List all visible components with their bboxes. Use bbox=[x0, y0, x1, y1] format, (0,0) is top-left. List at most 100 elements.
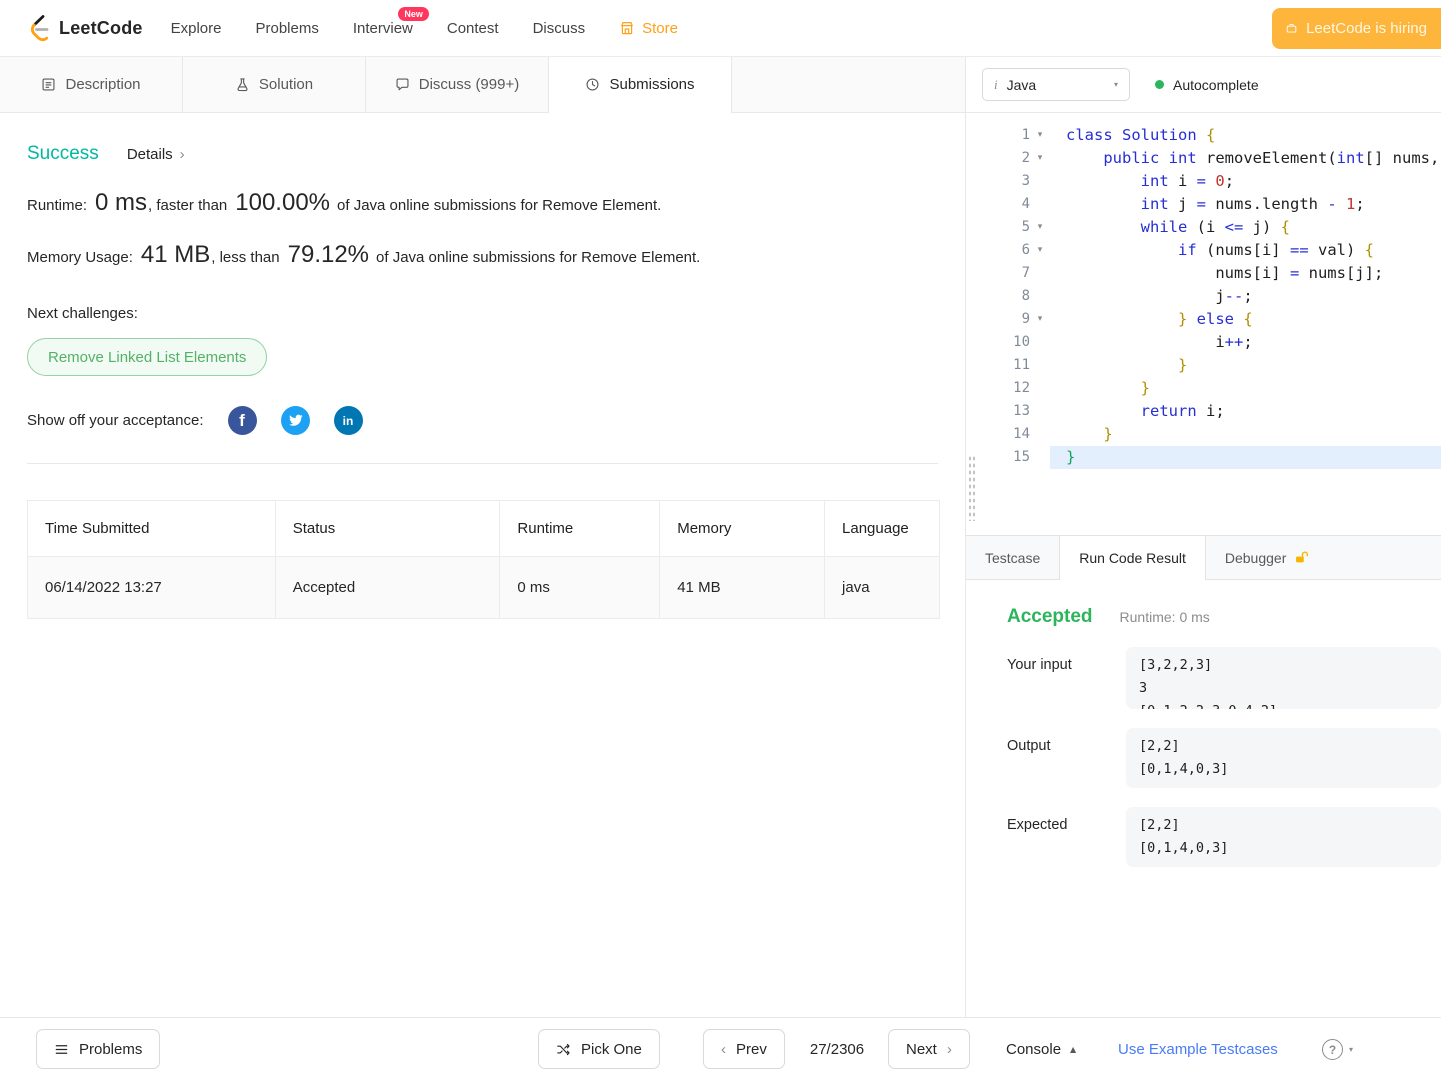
code-text: } else { bbox=[1177, 310, 1253, 328]
prev-button[interactable]: ‹ Prev bbox=[703, 1029, 785, 1069]
tab-discuss[interactable]: Discuss (999+) bbox=[366, 57, 549, 112]
tab-solution[interactable]: Solution bbox=[183, 57, 366, 112]
fold-caret-icon[interactable]: ▾ bbox=[1030, 147, 1050, 170]
line-number: 15 bbox=[1013, 449, 1030, 465]
lock-icon bbox=[1296, 551, 1309, 563]
shuffle-icon bbox=[557, 1043, 570, 1055]
col-runtime: Runtime bbox=[499, 500, 661, 557]
expected-box[interactable]: [2,2] [0,1,4,0,3] bbox=[1126, 807, 1441, 867]
code-line[interactable]: 11 } bbox=[996, 354, 1441, 377]
line-number: 6 bbox=[1021, 242, 1030, 258]
pick-one-label: Pick One bbox=[581, 1040, 642, 1058]
run-status-accepted: Accepted bbox=[1007, 606, 1093, 627]
language-select[interactable]: i Java ▾ bbox=[982, 68, 1130, 101]
challenge-pill[interactable]: Remove Linked List Elements bbox=[27, 338, 268, 376]
code-text: nums[i] = nums[j]; bbox=[1215, 264, 1384, 282]
main-nav: Explore Problems Interview New Contest Di… bbox=[171, 6, 678, 37]
tab-debugger[interactable]: Debugger bbox=[1206, 536, 1329, 579]
use-example-testcases-link[interactable]: Use Example Testcases bbox=[1118, 1018, 1278, 1080]
code-line[interactable]: 13 return i; bbox=[996, 400, 1441, 423]
nav-explore[interactable]: Explore bbox=[171, 20, 222, 37]
flask-icon bbox=[237, 78, 248, 92]
problems-button[interactable]: Problems bbox=[36, 1029, 161, 1069]
next-label: Next bbox=[906, 1040, 937, 1058]
details-label: Details bbox=[126, 145, 173, 163]
tab-debugger-label: Debugger bbox=[1224, 549, 1287, 566]
code-line[interactable]: 5 ▾ while (i <= j) { bbox=[996, 216, 1441, 239]
cell-status[interactable]: Accepted bbox=[274, 556, 501, 619]
help-icon: ? bbox=[1322, 1039, 1343, 1060]
code-line[interactable]: 10 i++; bbox=[996, 331, 1441, 354]
code-text: } bbox=[1177, 356, 1188, 374]
new-badge: New bbox=[398, 6, 429, 21]
fold-caret-icon[interactable]: ▾ bbox=[1030, 216, 1050, 239]
output-box[interactable]: [2,2] [0,1,4,0,3] bbox=[1126, 728, 1441, 788]
code-text: while (i <= j) { bbox=[1140, 218, 1290, 236]
code-line[interactable]: 14 } bbox=[996, 423, 1441, 446]
code-editor[interactable]: 1 ▾ class Solution {2 ▾ public int removeEl… bbox=[966, 113, 1441, 535]
code-line[interactable]: 15} bbox=[996, 446, 1441, 469]
runtime-mid: , faster than bbox=[148, 197, 228, 214]
table-row[interactable]: 06/14/2022 13:27 Accepted 0 ms 41 MB jav… bbox=[27, 556, 940, 619]
fold-caret-icon[interactable]: ▾ bbox=[1030, 239, 1050, 262]
pick-one-button[interactable]: Pick One bbox=[538, 1029, 660, 1069]
your-input-label: Your input bbox=[1007, 657, 1072, 673]
twitter-icon[interactable] bbox=[280, 406, 310, 435]
chevron-left-icon: ‹ bbox=[721, 1040, 726, 1058]
fold-gutter bbox=[1030, 262, 1050, 285]
linkedin-icon[interactable]: in bbox=[333, 406, 363, 435]
code-text: } bbox=[1050, 446, 1441, 469]
nav-store[interactable]: Store bbox=[619, 20, 678, 37]
hiring-button[interactable]: LeetCode is hiring bbox=[1272, 8, 1441, 49]
code-text: } bbox=[1140, 379, 1150, 397]
fold-gutter bbox=[1030, 170, 1050, 193]
fold-caret-icon[interactable]: ▾ bbox=[1030, 308, 1050, 331]
fold-gutter bbox=[1030, 377, 1050, 400]
status-success: Success bbox=[27, 143, 99, 164]
code-line[interactable]: 4 int j = nums.length - 1; bbox=[996, 193, 1441, 216]
tab-run-code-result[interactable]: Run Code Result bbox=[1059, 536, 1206, 580]
tab-description[interactable]: Description bbox=[0, 57, 183, 112]
tab-submissions[interactable]: Submissions bbox=[549, 57, 732, 113]
help-menu[interactable]: ? ▾ bbox=[1322, 1018, 1353, 1080]
chevron-right-icon: › bbox=[179, 145, 185, 163]
facebook-icon[interactable]: f bbox=[227, 406, 257, 435]
col-time-submitted: Time Submitted bbox=[27, 500, 276, 557]
tab-testcase[interactable]: Testcase bbox=[966, 536, 1059, 579]
code-line[interactable]: 3 int i = 0; bbox=[996, 170, 1441, 193]
fold-caret-icon[interactable]: ▾ bbox=[1030, 124, 1050, 147]
code-line[interactable]: 7 nums[i] = nums[j]; bbox=[996, 262, 1441, 285]
chevron-down-icon: ▾ bbox=[1349, 1045, 1354, 1054]
line-number: 11 bbox=[1013, 357, 1030, 373]
chevron-up-icon: ▲ bbox=[1070, 1045, 1077, 1054]
code-line[interactable]: 2 ▾ public int removeElement(int[] nums, … bbox=[996, 147, 1441, 170]
your-input-box[interactable]: [3,2,2,3] 3 [0,1,2,2,3,0,4,2] bbox=[1126, 647, 1441, 709]
nav-problems[interactable]: Problems bbox=[255, 20, 318, 37]
cell-time: 06/14/2022 13:27 bbox=[27, 556, 276, 619]
autocomplete-toggle[interactable]: Autocomplete bbox=[1155, 77, 1259, 93]
submission-panel: Description Solution Discuss (999+) Subm… bbox=[0, 57, 966, 1017]
col-language: Language bbox=[824, 500, 940, 557]
prev-label: Prev bbox=[736, 1040, 767, 1058]
list-icon bbox=[55, 1044, 68, 1054]
memory-tail: of Java online submissions for Remove El… bbox=[376, 249, 701, 266]
chat-bubble-icon bbox=[396, 78, 409, 91]
top-navbar: LeetCode Explore Problems Interview New C… bbox=[0, 0, 1441, 57]
console-toggle[interactable]: Console ▲ bbox=[1006, 1018, 1076, 1080]
details-link[interactable]: Details › bbox=[127, 146, 185, 163]
nav-discuss[interactable]: Discuss bbox=[533, 20, 586, 37]
description-icon bbox=[42, 78, 55, 91]
code-line[interactable]: 1 ▾ class Solution { bbox=[996, 124, 1441, 147]
chevron-down-icon: ▾ bbox=[1113, 80, 1118, 89]
nav-interview[interactable]: Interview New bbox=[353, 6, 429, 37]
fold-gutter bbox=[1030, 400, 1050, 423]
leetcode-logo[interactable]: LeetCode bbox=[26, 14, 143, 42]
code-text: class Solution { bbox=[1066, 126, 1216, 144]
code-line[interactable]: 9 ▾ } else { bbox=[996, 308, 1441, 331]
panel-resize-handle[interactable] bbox=[968, 455, 976, 521]
next-button[interactable]: Next › bbox=[888, 1029, 970, 1069]
code-line[interactable]: 6 ▾ if (nums[i] == val) { bbox=[996, 239, 1441, 262]
code-line[interactable]: 12 } bbox=[996, 377, 1441, 400]
nav-contest[interactable]: Contest bbox=[447, 20, 499, 37]
code-line[interactable]: 8 j--; bbox=[996, 285, 1441, 308]
